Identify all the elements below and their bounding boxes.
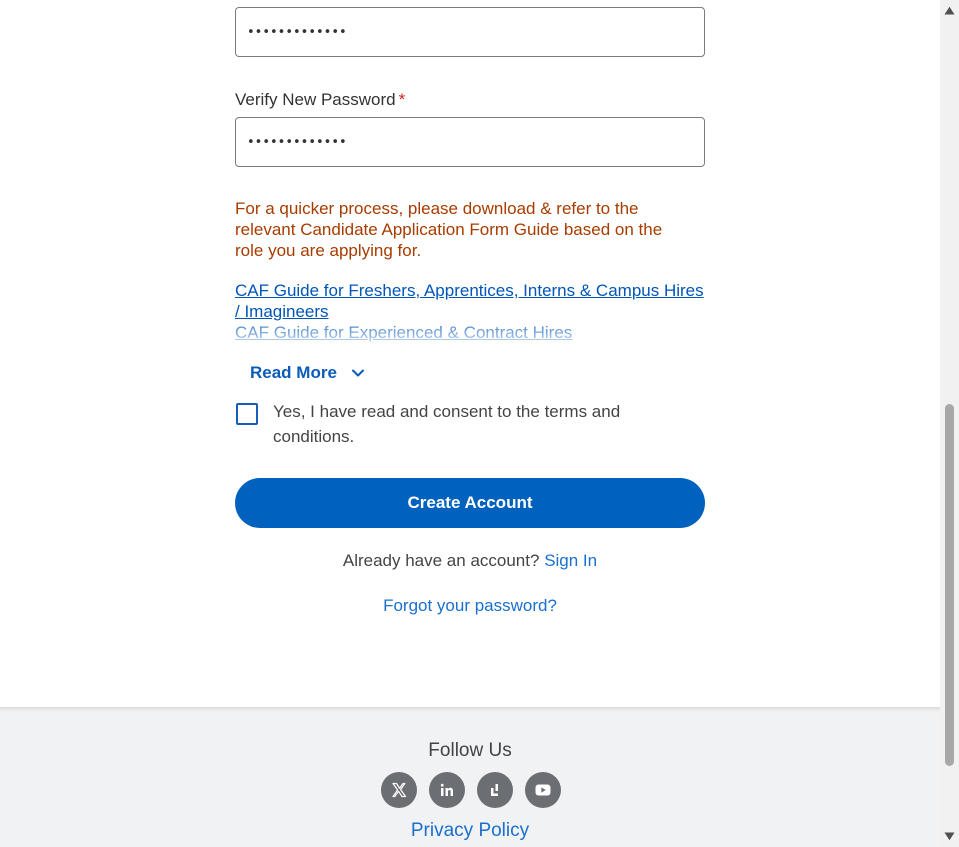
verify-password-label-text: Verify New Password — [235, 90, 396, 109]
required-indicator: * — [398, 90, 406, 109]
page: ••••••••••••• Verify New Password * •••••… — [0, 0, 959, 847]
consent-checkbox[interactable] — [236, 403, 258, 425]
vertical-scrollbar[interactable] — [940, 0, 959, 847]
scroll-down-glyph — [944, 832, 955, 841]
x-twitter-icon[interactable] — [381, 772, 417, 808]
guide-link-experienced[interactable]: CAF Guide for Experienced & Contract Hir… — [235, 322, 705, 343]
verify-password-input[interactable]: ••••••••••••• — [235, 117, 705, 167]
create-account-button[interactable]: Create Account — [235, 478, 705, 528]
verify-password-value: ••••••••••••• — [247, 134, 347, 150]
guide-links: CAF Guide for Freshers, Apprentices, Int… — [235, 280, 705, 344]
chevron-down-icon — [351, 369, 364, 377]
scroll-down-arrow-icon[interactable] — [944, 831, 955, 842]
forgot-password-link[interactable]: Forgot your password? — [383, 596, 557, 615]
guide-link-freshers[interactable]: CAF Guide for Freshers, Apprentices, Int… — [235, 280, 705, 322]
youtube-icon[interactable] — [525, 772, 561, 808]
scroll-up-glyph — [944, 6, 955, 15]
glassdoor-glyph — [491, 784, 498, 796]
linkedin-icon[interactable] — [429, 772, 465, 808]
social-links — [381, 772, 561, 808]
caf-guide-notice: For a quicker process, please download &… — [235, 199, 663, 260]
scroll-up-arrow-icon[interactable] — [944, 5, 955, 16]
create-account-form: ••••••••••••• Verify New Password * •••••… — [0, 0, 940, 707]
new-password-input[interactable]: ••••••••••••• — [235, 7, 705, 57]
x-twitter-glyph — [392, 782, 407, 798]
sign-in-prompt: Already have an account? Sign In — [235, 550, 705, 572]
follow-us-title: Follow Us — [428, 740, 512, 761]
footer: Follow Us Privacy Policy — [0, 707, 940, 847]
privacy-policy-link[interactable]: Privacy Policy — [411, 820, 529, 841]
verify-password-label: Verify New Password * — [235, 89, 405, 111]
linkedin-glyph — [440, 783, 453, 796]
forgot-password-row: Forgot your password? — [235, 595, 705, 617]
sign-in-link[interactable]: Sign In — [544, 551, 597, 570]
scrollbar-thumb[interactable] — [945, 404, 954, 766]
have-account-text: Already have an account? — [342, 551, 540, 570]
consent-label: Yes, I have read and consent to the term… — [273, 402, 621, 446]
privacy-policy-row: Privacy Policy — [0, 820, 940, 842]
youtube-glyph — [535, 784, 551, 796]
read-more-label: Read More — [250, 363, 337, 382]
glassdoor-icon[interactable] — [477, 772, 513, 808]
new-password-value: ••••••••••••• — [247, 24, 347, 40]
read-more-button[interactable]: Read More — [250, 362, 365, 384]
